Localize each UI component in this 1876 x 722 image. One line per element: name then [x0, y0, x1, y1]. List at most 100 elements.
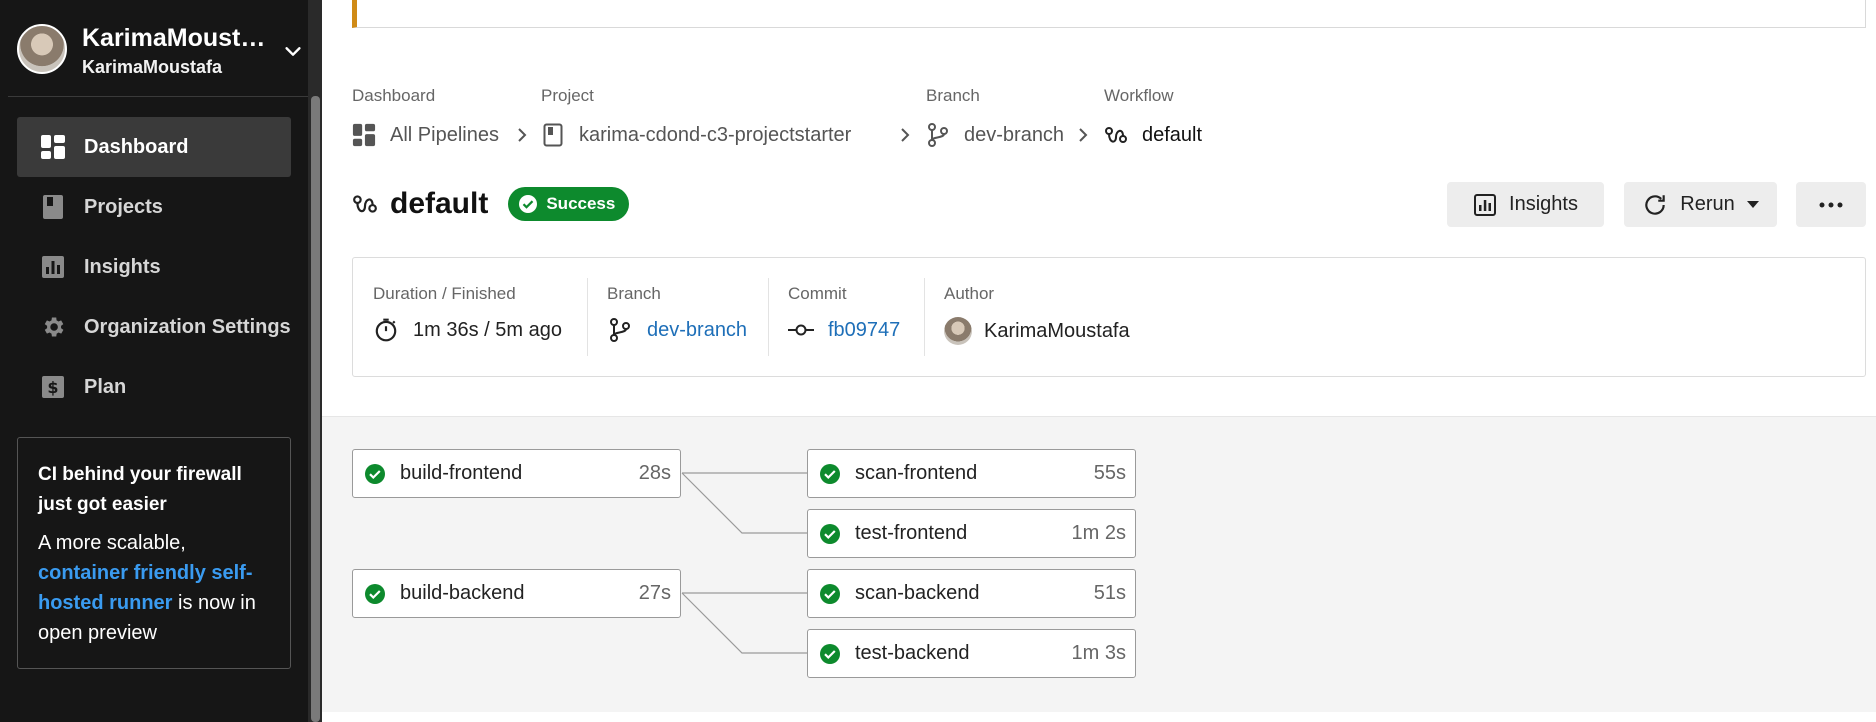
job-duration: 1m 2s [1071, 522, 1126, 544]
insights-icon [1474, 193, 1497, 216]
check-circle-icon [820, 583, 840, 604]
gear-icon [39, 313, 67, 341]
chevron-down-icon[interactable] [282, 40, 304, 62]
sidebar-item-dashboard[interactable]: Dashboard [17, 117, 291, 177]
workflow-icon [353, 195, 377, 213]
workflow-info-card: Duration / Finished 1m 36s / 5m ago Bran… [352, 257, 1866, 377]
promo-text: A more scalable, container friendly self… [38, 528, 270, 648]
commit-link[interactable]: fb09747 [828, 319, 900, 342]
more-horizontal-icon [1819, 202, 1843, 207]
chevron-right-icon [1079, 128, 1088, 142]
crumb-project: Project karima-cdond-c3-projectstarter [541, 86, 851, 147]
workflow-icon [1104, 123, 1128, 147]
dashboard-icon [39, 133, 67, 161]
check-circle-icon [820, 463, 840, 484]
dashboard-icon [352, 123, 376, 147]
check-circle-icon [365, 463, 385, 484]
check-circle-icon [820, 523, 840, 544]
sidebar-scrollbar[interactable] [311, 96, 320, 722]
refresh-icon [1645, 194, 1665, 215]
status-badge: Success [508, 187, 630, 221]
crumb-link-all-pipelines[interactable]: All Pipelines [352, 123, 499, 147]
chevron-right-icon [518, 128, 527, 142]
sidebar-nav: Dashboard Projects Insights Organization… [17, 117, 291, 417]
sidebar-item-insights[interactable]: Insights [17, 237, 291, 297]
check-circle-icon [820, 643, 840, 664]
project-icon [541, 123, 565, 147]
job-duration: 27s [638, 582, 671, 604]
crumb-label: Dashboard [352, 86, 436, 105]
job-name: build-frontend [400, 462, 523, 484]
job-build-frontend[interactable]: build-frontend 28s [352, 449, 681, 498]
job-build-backend[interactable]: build-backend 27s [352, 569, 681, 618]
workflow-graph: build-frontend 28s scan-frontend 55s tes… [322, 416, 1876, 712]
stopwatch-icon [373, 317, 399, 343]
divider [768, 278, 769, 356]
promo-text-before: A more scalable, [38, 532, 186, 554]
info-value: fb09747 [788, 317, 900, 343]
commit-icon [788, 317, 814, 343]
info-label: Branch [607, 284, 661, 303]
author-name: KarimaMoustafa [984, 319, 1130, 342]
crumb-current-workflow: default [1104, 123, 1202, 147]
job-scan-backend[interactable]: scan-backend 51s [807, 569, 1136, 618]
info-value: 1m 36s / 5m ago [373, 317, 562, 343]
branch-link[interactable]: dev-branch [647, 319, 747, 342]
page-header: default Success [352, 184, 630, 224]
job-test-frontend[interactable]: test-frontend 1m 2s [807, 509, 1136, 558]
page-title: default [390, 187, 489, 220]
crumb-value: karima-cdond-c3-projectstarter [579, 123, 852, 146]
user-display-name: KarimaMoustafa [82, 24, 272, 52]
check-circle-icon [519, 195, 538, 213]
sidebar-item-plan[interactable]: $ Plan [17, 357, 291, 417]
job-duration: 55s [1093, 462, 1126, 484]
crumb-dashboard: Dashboard All Pipelines [352, 86, 499, 147]
more-actions-button[interactable] [1796, 182, 1866, 227]
user-username: KarimaMoustafa [82, 57, 223, 77]
job-name: test-backend [855, 642, 970, 664]
job-name: build-backend [400, 582, 525, 604]
promo-title: CI behind your firewall just got easier [38, 464, 242, 515]
rerun-button[interactable]: Rerun [1624, 182, 1777, 227]
chevron-right-icon [901, 128, 910, 142]
sidebar-item-label: Dashboard [84, 135, 189, 158]
info-value: KarimaMoustafa [944, 317, 1130, 345]
info-value: dev-branch [607, 317, 747, 343]
info-label: Commit [788, 284, 847, 303]
insights-button[interactable]: Insights [1447, 182, 1604, 227]
crumb-link-branch[interactable]: dev-branch [926, 123, 1064, 147]
dollar-icon: $ [39, 373, 67, 401]
job-name: test-frontend [855, 522, 968, 544]
sidebar-item-label: Plan [84, 375, 127, 398]
job-name: scan-frontend [855, 462, 978, 484]
crumb-value: dev-branch [964, 123, 1065, 146]
job-test-backend[interactable]: test-backend 1m 3s [807, 629, 1136, 678]
project-icon [39, 193, 67, 221]
crumb-value: default [1142, 123, 1203, 146]
promo-card: CI behind your firewall just got easier … [17, 437, 291, 669]
branch-icon [926, 123, 950, 147]
check-circle-icon [365, 583, 385, 604]
status-text: Success [546, 194, 616, 213]
job-scan-frontend[interactable]: scan-frontend 55s [807, 449, 1136, 498]
author-avatar [944, 317, 972, 345]
user-menu[interactable]: KarimaMoustafa KarimaMoustafa [17, 24, 307, 94]
job-name: scan-backend [855, 582, 980, 604]
crumb-branch: Branch dev-branch [926, 86, 1064, 147]
announcement-banner [352, 0, 1866, 28]
sidebar-item-projects[interactable]: Projects [17, 177, 291, 237]
crumb-workflow: Workflow default [1104, 86, 1202, 146]
job-duration: 1m 3s [1071, 642, 1126, 664]
job-duration: 51s [1093, 582, 1126, 604]
insights-icon [39, 253, 67, 281]
branch-icon [607, 317, 633, 343]
avatar [17, 24, 67, 74]
crumb-label: Workflow [1104, 86, 1174, 105]
crumb-label: Branch [926, 86, 980, 105]
crumb-value: All Pipelines [390, 123, 499, 146]
sidebar-item-organization-settings[interactable]: Organization Settings [17, 297, 291, 357]
insights-button-label: Insights [1509, 193, 1578, 215]
crumb-link-project[interactable]: karima-cdond-c3-projectstarter [541, 123, 851, 147]
svg-text:$: $ [47, 378, 58, 397]
divider [8, 96, 308, 97]
